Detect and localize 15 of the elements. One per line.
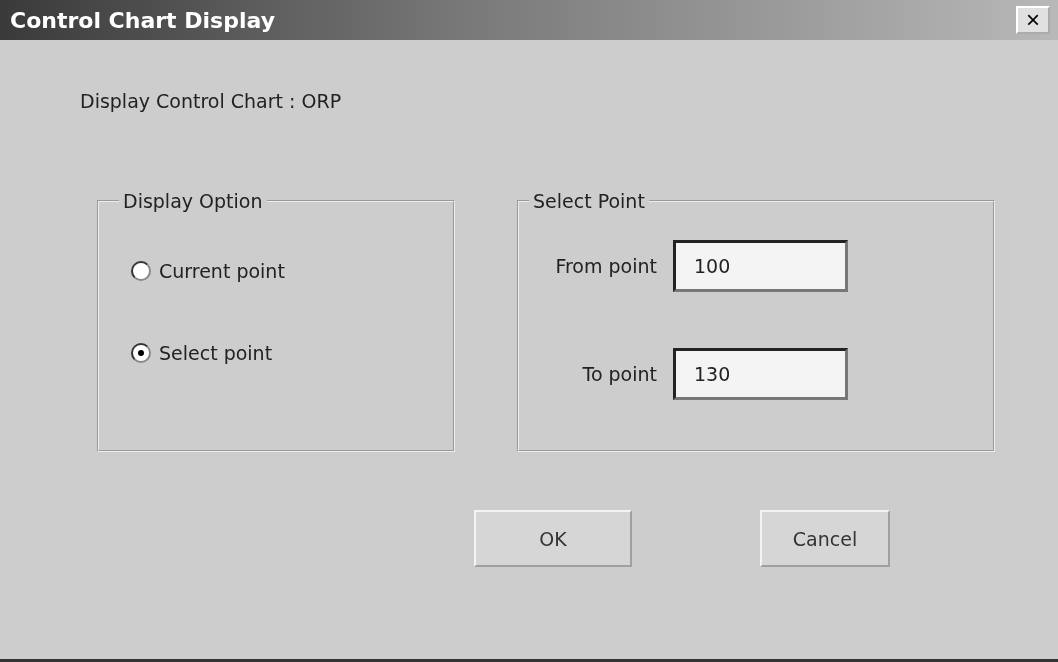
cancel-button[interactable]: Cancel — [760, 510, 890, 567]
field-label: To point — [581, 363, 657, 385]
input-field[interactable]: 130 — [673, 348, 848, 400]
ok-button[interactable]: OK — [474, 510, 632, 567]
heading: Display Control Chart : ORP — [80, 90, 343, 112]
window-title: Control Chart Display — [10, 7, 275, 33]
radio-button[interactable] — [131, 343, 151, 363]
radio-label[interactable]: Select point — [159, 342, 273, 364]
radio-label[interactable]: Current point — [159, 260, 285, 282]
radio-button[interactable] — [131, 261, 151, 281]
group-title: Display Option — [122, 190, 264, 212]
close-button[interactable]: × — [1016, 6, 1050, 34]
group-title: Select Point — [532, 190, 646, 212]
field-label: From point — [554, 255, 657, 277]
input-field[interactable]: 100 — [673, 240, 848, 292]
